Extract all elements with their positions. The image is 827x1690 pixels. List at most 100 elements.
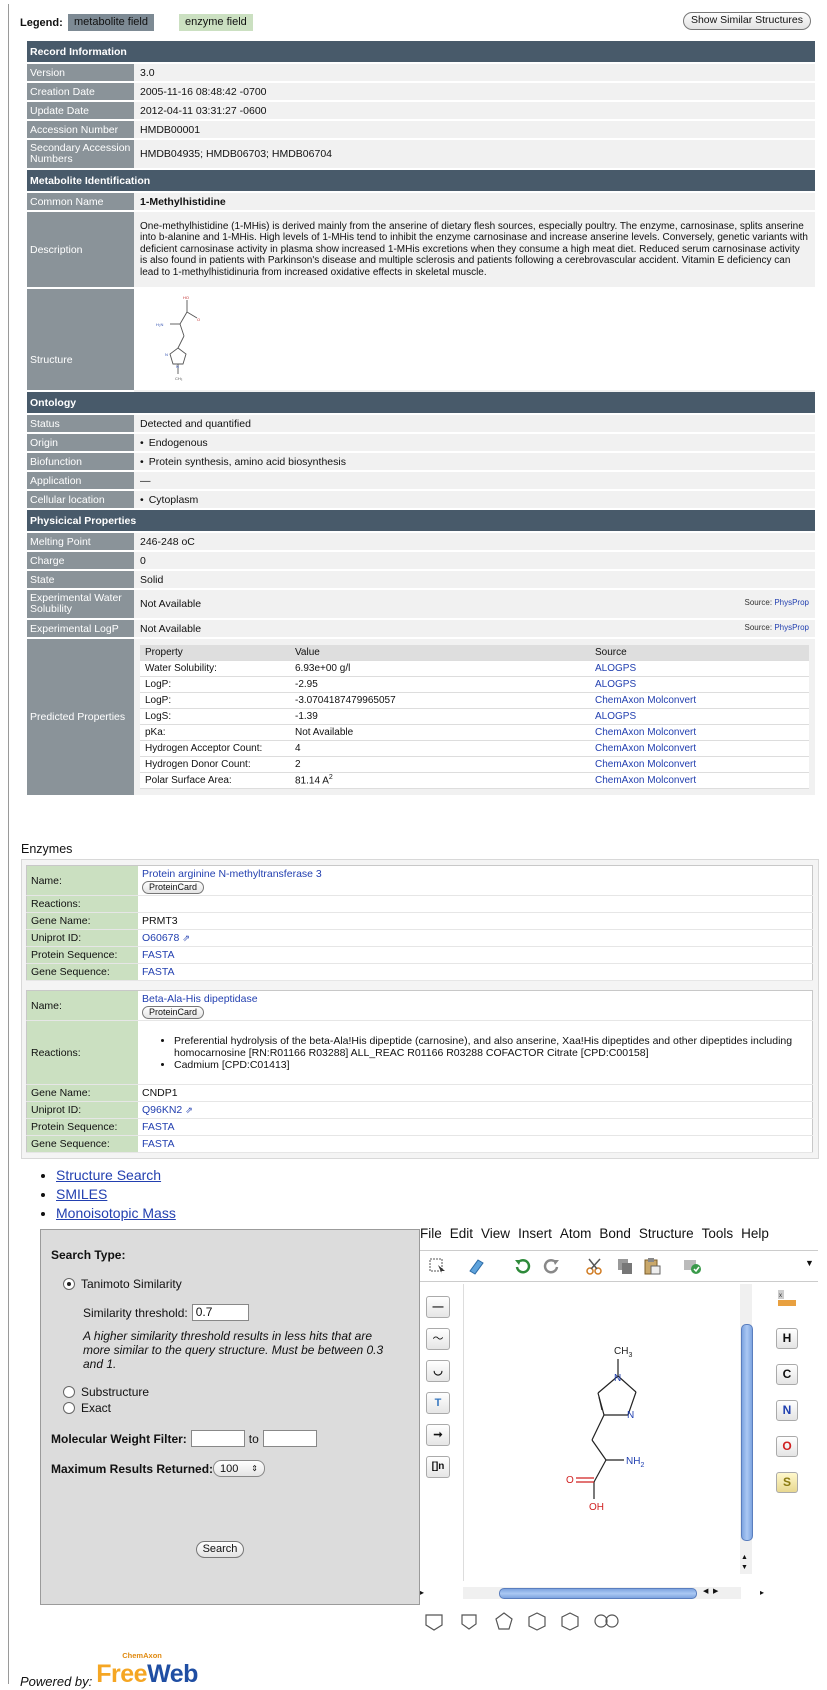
toolbar-overflow-icon[interactable]: ▼ <box>805 1258 814 1268</box>
smiles-link[interactable]: SMILES <box>56 1186 107 1202</box>
element-o-button[interactable]: O <box>776 1436 798 1457</box>
pred-source-link[interactable]: ALOGPS <box>590 676 809 693</box>
drawing-canvas[interactable]: CH3 N N NH2 O OH <box>463 1284 742 1581</box>
enzymes-heading: Enzymes <box>21 842 73 856</box>
max-results-value: 100 <box>220 1462 239 1475</box>
powered-by-footer: Powered by: ChemAxon FreeWeb <box>20 1651 198 1689</box>
pred-source-link[interactable]: ALOGPS <box>590 708 809 725</box>
periodic-table-icon[interactable]: x <box>776 1288 798 1308</box>
protein-card-button[interactable]: ProteinCard <box>142 1005 205 1019</box>
max-results-label: Maximum Results Returned: <box>51 1462 214 1476</box>
exact-radio[interactable]: Exact <box>63 1401 111 1415</box>
show-similar-structures-button[interactable]: Show Similar Structures <box>682 12 811 30</box>
ch3-subscript: 3 <box>628 1352 632 1359</box>
horizontal-scrollbar[interactable]: ◀ ▶ <box>463 1587 741 1599</box>
mw-min-input[interactable] <box>190 1430 245 1447</box>
scroll-up-icon[interactable]: ▲ <box>741 1554 748 1561</box>
pred-value: -1.39 <box>290 708 590 725</box>
menu-structure[interactable]: Structure <box>639 1226 694 1246</box>
pred-property: Hydrogen Acceptor Count: <box>140 740 290 757</box>
vertical-scroll-thumb[interactable] <box>741 1324 753 1541</box>
pred-source-link[interactable]: ChemAxon Molconvert <box>590 756 809 773</box>
reactions-value: Preferential hydrolysis of the beta-Ala!… <box>138 1020 813 1085</box>
scroll-left-icon[interactable]: ◀ <box>703 1587 708 1595</box>
max-results-select[interactable]: 100 ⇕ <box>213 1460 265 1477</box>
gene-fasta-link[interactable]: FASTA <box>142 966 174 978</box>
benzene-icon <box>561 1612 579 1631</box>
psa-value: 81.14 A <box>295 775 329 787</box>
substructure-radio[interactable]: Substructure <box>63 1385 149 1399</box>
physprop-link[interactable]: PhysProp <box>774 623 809 632</box>
menu-view[interactable]: View <box>481 1226 510 1246</box>
undo-icon[interactable] <box>512 1257 532 1275</box>
menu-help[interactable]: Help <box>741 1226 769 1246</box>
uniprot-link[interactable]: O60678 <box>142 932 190 944</box>
pred-source-link[interactable]: ChemAxon Molconvert <box>590 724 809 741</box>
pred-source-link[interactable]: ChemAxon Molconvert <box>590 692 809 709</box>
physprop-link[interactable]: PhysProp <box>774 598 809 607</box>
element-n-button[interactable]: N <box>776 1400 798 1421</box>
search-button[interactable]: Search <box>196 1541 244 1558</box>
eraser-icon[interactable] <box>466 1257 486 1275</box>
section-metabolite-identification: Metabolite Identification <box>27 169 815 193</box>
protein-fasta-link[interactable]: FASTA <box>142 949 174 961</box>
template-shape-icon <box>425 1614 443 1631</box>
single-bond-tool[interactable]: — <box>426 1296 450 1318</box>
uniprot-link[interactable]: Q96KN2 <box>142 1104 193 1116</box>
tanimoto-radio[interactable]: Tanimoto Similarity <box>63 1277 182 1291</box>
left-arrow-icon[interactable]: ▸ <box>420 1588 424 1597</box>
protein-card-button[interactable]: ProteinCard <box>142 880 205 894</box>
field-label: Structure <box>27 288 134 392</box>
accession-number-value: HMDB00001 <box>134 120 815 140</box>
pred-header: Source <box>590 645 809 661</box>
right-arrow-icon[interactable]: ▸ <box>760 1588 764 1597</box>
vertical-scrollbar[interactable]: ▲ ▼ <box>740 1284 753 1574</box>
pred-source-link[interactable]: ChemAxon Molconvert <box>590 772 809 789</box>
menu-atom[interactable]: Atom <box>560 1226 592 1246</box>
field-label: Description <box>27 211 134 289</box>
element-h-button[interactable]: H <box>776 1328 798 1349</box>
threshold-input[interactable]: 0.7 <box>191 1304 249 1321</box>
arrow-tool[interactable]: ➞ <box>426 1424 450 1446</box>
bracket-tool[interactable]: []n <box>426 1456 450 1478</box>
ring-arc-tool[interactable]: ◡ <box>426 1360 450 1382</box>
copy-icon[interactable] <box>615 1257 635 1275</box>
scroll-right-icon[interactable]: ▶ <box>713 1587 718 1595</box>
pred-source-link[interactable]: ALOGPS <box>590 660 809 677</box>
application-value: — <box>134 471 815 491</box>
table-row: Polar Surface Area: 81.14 A2 ChemAxon Molc… <box>140 772 809 789</box>
logo-free-text: Free <box>96 1660 148 1688</box>
horizontal-scroll-thumb[interactable] <box>499 1588 697 1599</box>
structure-search-link[interactable]: Structure Search <box>56 1167 161 1183</box>
chemaxon-logo-text: ChemAxon <box>122 1651 162 1660</box>
text-tool[interactable]: T <box>426 1392 450 1414</box>
enzyme-name-link[interactable]: Protein arginine N-methyltransferase 3 <box>142 868 808 880</box>
element-c-button[interactable]: C <box>776 1364 798 1385</box>
clean-structure-icon[interactable] <box>682 1257 702 1275</box>
n1-label: N <box>614 1373 621 1384</box>
chain-tool[interactable]: 〜 <box>426 1328 450 1350</box>
svg-text:N: N <box>176 364 179 369</box>
mw-max-input[interactable] <box>262 1430 317 1447</box>
scroll-down-icon[interactable]: ▼ <box>741 1564 748 1571</box>
element-s-button[interactable]: S <box>776 1472 798 1493</box>
monoisotopic-mass-link[interactable]: Monoisotopic Mass <box>56 1205 176 1221</box>
menu-bond[interactable]: Bond <box>599 1226 631 1246</box>
enzyme-name-link[interactable]: Beta-Ala-His dipeptidase <box>142 993 808 1005</box>
svg-text:HO: HO <box>183 295 189 300</box>
select-tool-icon[interactable] <box>428 1257 448 1275</box>
pred-source-link[interactable]: ChemAxon Molconvert <box>590 740 809 757</box>
gene-fasta-link[interactable]: FASTA <box>142 1138 174 1150</box>
paste-icon[interactable] <box>642 1257 662 1275</box>
menu-edit[interactable]: Edit <box>450 1226 473 1246</box>
exact-label: Exact <box>81 1401 112 1415</box>
menu-file[interactable]: File <box>420 1226 442 1246</box>
redo-icon[interactable] <box>542 1257 562 1275</box>
menu-tools[interactable]: Tools <box>702 1226 734 1246</box>
origin-value: Endogenous <box>140 437 208 449</box>
radio-icon <box>63 1386 75 1398</box>
cut-icon[interactable] <box>585 1257 605 1275</box>
enzyme-field-label: Uniprot ID: <box>26 1101 138 1119</box>
protein-fasta-link[interactable]: FASTA <box>142 1121 174 1133</box>
menu-insert[interactable]: Insert <box>518 1226 552 1246</box>
